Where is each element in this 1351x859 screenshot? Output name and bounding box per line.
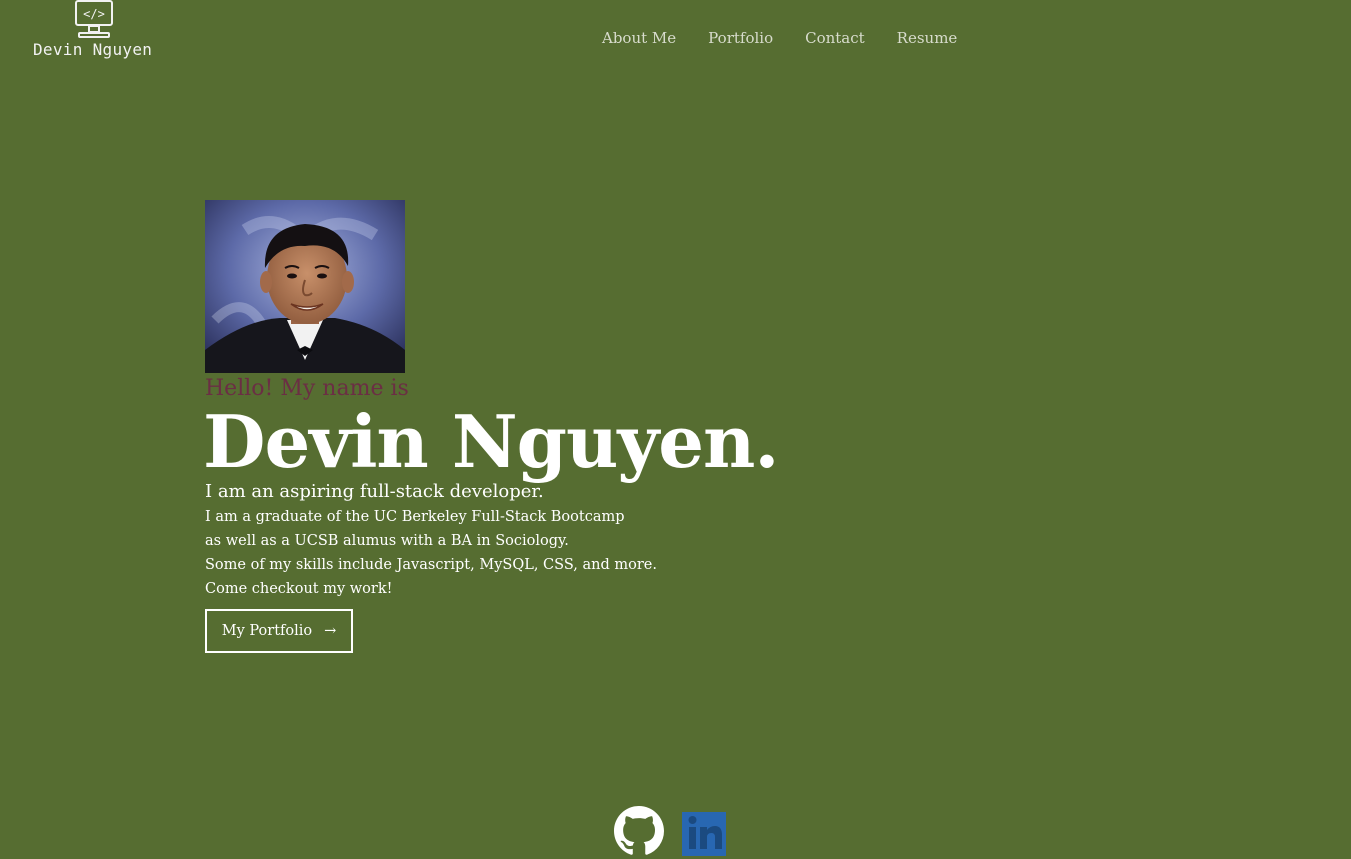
my-portfolio-button[interactable]: My Portfolio →	[205, 609, 353, 653]
nav-about-me[interactable]: About Me	[602, 28, 676, 48]
bio-line: Come checkout my work!	[205, 581, 393, 597]
bio-line: Some of my skills include Javascript, My…	[205, 557, 657, 573]
arrow-right-icon: →	[324, 623, 337, 639]
page: </> Devin Nguyen About Me Portfolio Cont…	[0, 0, 1351, 859]
nav-contact[interactable]: Contact	[805, 28, 865, 48]
logo-text: Devin Nguyen	[33, 40, 153, 59]
main-nav: About Me Portfolio Contact Resume	[602, 28, 989, 48]
portrait-photo	[205, 200, 405, 373]
nav-resume[interactable]: Resume	[897, 28, 958, 48]
linkedin-icon	[682, 812, 726, 856]
bio: I am a graduate of the UC Berkeley Full-…	[205, 505, 657, 601]
nav-portfolio[interactable]: Portfolio	[708, 28, 773, 48]
github-link[interactable]	[614, 806, 664, 856]
monitor-code-icon: </>	[75, 0, 113, 38]
bio-line: as well as a UCSB alumus with a BA in So…	[205, 533, 569, 549]
site-logo[interactable]: </> Devin Nguyen	[33, 0, 157, 60]
my-portfolio-button-label: My Portfolio	[221, 623, 313, 639]
bio-line: I am a graduate of the UC Berkeley Full-…	[205, 509, 625, 525]
social-links	[614, 806, 730, 856]
hero-name: Devin Nguyen.	[203, 399, 779, 484]
linkedin-link[interactable]	[680, 806, 730, 856]
svg-text:</>: </>	[83, 7, 105, 21]
github-icon	[614, 806, 664, 855]
tagline: I am an aspiring full-stack developer.	[205, 481, 544, 502]
